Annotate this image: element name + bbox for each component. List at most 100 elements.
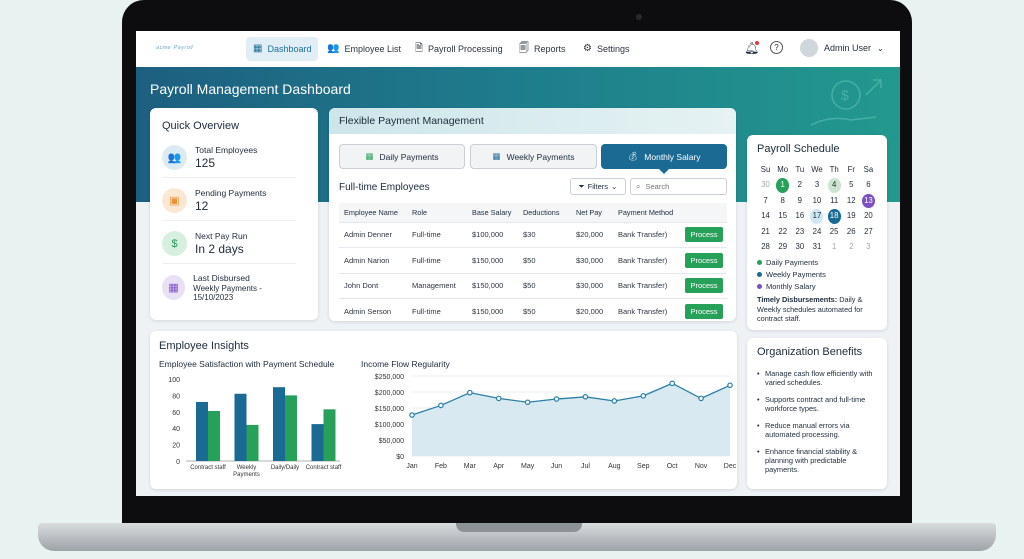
calendar-day[interactable]: 6 <box>860 178 877 192</box>
user-name: Admin User <box>824 43 872 53</box>
data-point <box>640 393 647 399</box>
calendar-day[interactable]: 17 <box>808 209 825 224</box>
search-box: ⌕ <box>630 178 727 195</box>
card-title: Organization Benefits <box>757 346 863 358</box>
calendar-day[interactable]: 25 <box>826 225 843 239</box>
calendar-day[interactable]: 21 <box>757 225 774 239</box>
nav-reports[interactable]: 🗐 Reports <box>512 37 573 61</box>
search-input[interactable] <box>645 182 721 191</box>
calendar-day[interactable]: 28 <box>757 240 774 254</box>
bar <box>285 395 297 461</box>
x-tick-label: Daily/Daily <box>271 465 299 471</box>
calendar-day[interactable]: 24 <box>808 225 825 239</box>
list-item: Reduce manual errors via automated proce… <box>757 421 881 439</box>
list-item: Manage cash flow efficiently with varied… <box>757 369 881 387</box>
tab-daily-payments[interactable]: ▦ Daily Payments <box>339 144 465 169</box>
calendar-day[interactable]: 18 <box>826 209 843 224</box>
calendar-day[interactable]: 27 <box>860 225 877 239</box>
tab-weekly-payments[interactable]: ▦ Weekly Payments <box>470 144 597 169</box>
calendar-day[interactable]: 11 <box>826 194 843 208</box>
calendar-day[interactable]: 14 <box>757 209 774 223</box>
calendar-day[interactable]: 20 <box>860 209 877 223</box>
calendar-day[interactable]: 1 <box>774 178 791 193</box>
calendar-day[interactable]: 30 <box>757 178 774 192</box>
calendar-day[interactable]: 16 <box>791 209 808 223</box>
calendar-legend: Daily Payments Weekly Payments Monthly S… <box>757 256 826 292</box>
calendar-day[interactable]: 15 <box>774 209 791 223</box>
calendar-day[interactable]: 13 <box>860 193 877 209</box>
calendar-day[interactable]: 30 <box>791 240 808 254</box>
x-tick-label: Payments <box>233 472 260 478</box>
benefits-list: Manage cash flow efficiently with varied… <box>757 369 881 482</box>
calendar-day[interactable]: 22 <box>774 225 791 239</box>
weekday-label: Th <box>829 165 839 174</box>
calendar-day[interactable]: 4 <box>826 178 843 193</box>
calendar-day[interactable]: 26 <box>843 225 860 239</box>
money-bag-icon: 💰︎ <box>627 151 639 161</box>
calendar-day[interactable]: 2 <box>791 178 808 192</box>
calendar-day[interactable]: 1 <box>826 240 843 254</box>
calendar-day[interactable]: 2 <box>843 240 860 254</box>
x-tick-label: Feb <box>435 463 447 470</box>
calendar-day[interactable]: 3 <box>808 178 825 192</box>
help-icon[interactable]: ? <box>770 41 783 54</box>
filter-icon: ⏷ <box>578 181 585 191</box>
area-fill <box>412 383 730 456</box>
process-button[interactable]: Process <box>685 304 723 319</box>
bar-chart: 0 20 40 60 80 100 Contract staff WeeklyPayments… <box>168 377 341 478</box>
y-tick-label: 20 <box>172 443 180 450</box>
calendar-day[interactable]: 19 <box>843 209 860 223</box>
process-button[interactable]: Process <box>685 227 723 243</box>
data-point <box>698 395 704 402</box>
y-tick-label: 80 <box>172 393 180 400</box>
x-tick-label: Jul <box>581 463 590 470</box>
calendar-day[interactable]: 9 <box>791 194 808 208</box>
data-point <box>438 402 444 409</box>
wallet-icon: ▣ <box>162 188 187 213</box>
weekday-label: Fr <box>847 165 855 174</box>
calendar-day[interactable]: 29 <box>774 240 791 254</box>
calendar-icon: ▦ <box>365 151 374 161</box>
calendar-day[interactable]: 31 <box>808 240 825 254</box>
process-button[interactable]: Process <box>685 278 723 294</box>
calendar-day[interactable]: 23 <box>791 225 808 239</box>
nav-dashboard[interactable]: ▦ Dashboard <box>246 37 319 61</box>
users-icon: 👥 <box>162 145 187 170</box>
x-tick-label: Oct <box>667 463 678 470</box>
filters-button[interactable]: ⏷ Filters ⌄ <box>570 178 626 195</box>
laptop-notch <box>456 523 582 532</box>
top-nav: ᵃᶜᵐᵉ ᴾᵃʸʳᵒˡˡ ▦ Dashboard 👥 Employee List 🗎… <box>136 31 900 67</box>
calendar-day[interactable]: 3 <box>860 240 877 254</box>
user-menu[interactable]: Admin User ⌄ <box>800 39 884 57</box>
nav-payroll-processing[interactable]: 🗎 Payroll Processing <box>408 37 510 61</box>
line-chart-title: Income Flow Regularity <box>361 359 450 369</box>
organization-benefits-card: Organization Benefits Manage cash flow e… <box>747 338 887 489</box>
list-item: Supports contract and full-time workforc… <box>757 395 881 413</box>
app-logo: ᵃᶜᵐᵉ ᴾᵃʸʳᵒˡˡ <box>156 44 193 53</box>
y-tick-label: 100 <box>168 377 180 384</box>
weekday-label: Su <box>760 165 771 174</box>
card-title: Payroll Schedule <box>757 143 840 155</box>
bar <box>246 424 259 461</box>
calendar-day[interactable]: 12 <box>843 194 860 208</box>
nav-settings[interactable]: ⚙ Settings <box>576 37 637 61</box>
y-tick-label: $50,000 <box>379 438 404 445</box>
overview-pending-payments: ▣ Pending Payments 12 <box>162 181 296 221</box>
gear-icon: ⚙ <box>583 43 592 54</box>
tab-monthly-salary[interactable]: 💰︎ Monthly Salary <box>601 144 727 169</box>
table-row: John Dont Management $150,000 $50 $30,000 Ban… <box>339 272 727 299</box>
payment-management-card: Flexible Payment Management ▦ Daily Payme… <box>329 108 736 321</box>
x-tick-label: Apr <box>493 463 505 470</box>
calendar-day[interactable]: 7 <box>757 194 774 208</box>
notification-dot <box>755 41 759 45</box>
legend-label: Weekly Payments <box>766 269 826 279</box>
process-button[interactable]: Process <box>685 252 723 268</box>
calendar-day[interactable]: 8 <box>774 194 791 208</box>
calendar-grid: Su Mo Tu We Th Fr Sa 30 1 2 3 4 5 6 7 8 9 10 11 12 13 14 15 16 1… <box>757 163 877 254</box>
nav-employee-list[interactable]: 👥 Employee List <box>320 37 408 61</box>
data-point <box>409 412 415 418</box>
weekday-label: Tu <box>795 165 805 174</box>
calendar-day[interactable]: 10 <box>808 194 825 208</box>
calendar-day[interactable]: 5 <box>843 178 860 192</box>
report-icon: 🗐 <box>519 43 529 54</box>
